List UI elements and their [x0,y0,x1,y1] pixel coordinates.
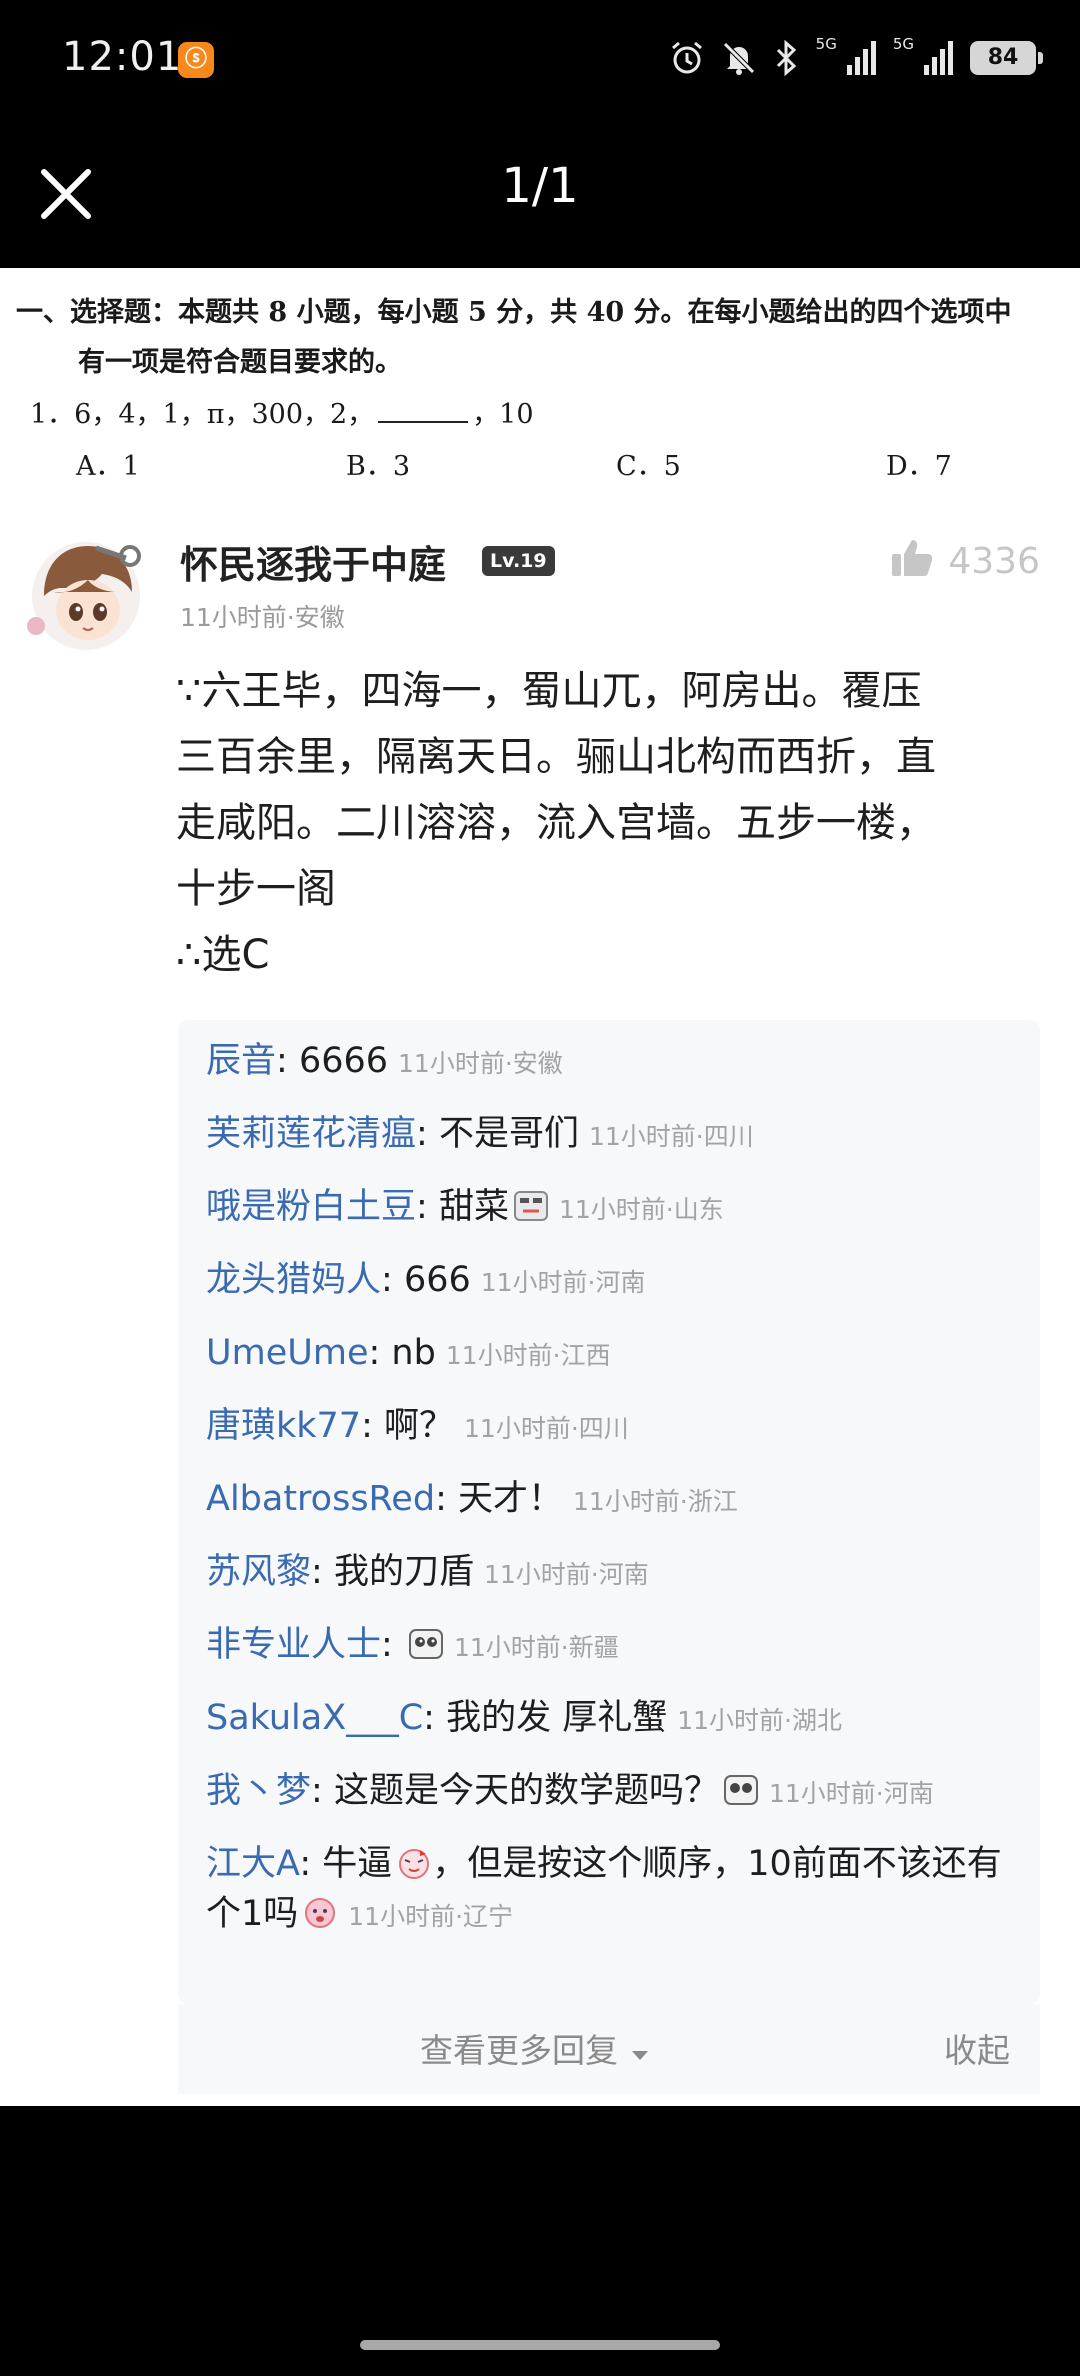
reply-time: 11小时前·江西 [445,1341,611,1370]
reply-item[interactable]: 辰音: 6666 11小时前·安徽 [206,1036,563,1089]
reply-item[interactable]: 我丶梦: 这题是今天的数学题吗？ 11小时前·河南 [206,1766,934,1819]
sticker-emoji-icon [723,1771,759,1805]
reply-time: 11小时前·四川 [464,1414,629,1443]
sticker-emoji-icon [396,1844,432,1879]
reply-time: 11小时前·河南 [483,1560,649,1589]
sticker-emoji-icon [513,1187,549,1221]
collapse-button[interactable]: 收起 [944,2024,1010,2072]
view-more-replies-button[interactable]: 查看更多回复 [420,2024,651,2072]
viewed-image[interactable]: 一、选择题：本题共 8 小题，每小题 5 分，共 40 分。在每小题给出的四个选… [0,268,1080,2106]
signal-icon [922,39,956,77]
reply-item[interactable]: AlbatrossRed: 天才！ 11小时前·浙江 [206,1474,738,1527]
option-b: B．3 [346,451,411,482]
level-badge: Lv.19 [482,546,555,576]
reply-time: 11小时前·河南 [768,1779,934,1808]
reply-time: 11小时前·安徽 [398,1049,563,1078]
network-type-label: 5G [815,35,837,53]
like-count: 4336 [948,541,1040,582]
reply-username[interactable]: 非专业人士 [206,1625,381,1665]
like-button[interactable]: 4336 [890,536,1040,587]
reply-username[interactable]: AlbatrossRed [206,1479,435,1519]
reply-time: 11小时前·四川 [588,1122,754,1151]
option-a: A．1 [76,451,140,482]
comment-meta: 11小时前·安徽 [180,603,345,632]
reply-username[interactable]: 哦是粉白土豆 [206,1187,416,1227]
reply-item[interactable]: 苏风黎: 我的刀盾 11小时前·河南 [206,1547,649,1600]
comment-line: ∴选C [176,932,270,978]
reply-text: nb [391,1333,436,1373]
reply-text: 啊？ [384,1406,455,1446]
comment-line: 十步一阁 [176,866,336,912]
reply-username[interactable]: 我丶梦 [206,1771,311,1811]
status-icons: 5G 5G 84 [668,35,1043,80]
reply-text: 666 [403,1260,471,1300]
mute-icon [720,39,758,77]
battery-icon: 84 [970,41,1043,75]
reply-time: 11小时前·山东 [558,1195,724,1224]
reply-footer: 查看更多回复 收起 [178,2004,1040,2094]
alarm-icon [668,39,706,77]
page-counter: 1/1 [501,158,579,214]
reply-username[interactable]: 苏风黎 [206,1552,311,1592]
reply-item[interactable]: 哦是粉白土豆: 甜菜 11小时前·山东 [206,1182,724,1235]
reply-text: 这题是今天的数学题吗？ [333,1771,719,1811]
answer-blank [378,401,469,423]
network-type-label: 5G [892,35,914,53]
reply-item[interactable]: 江大A: 牛逼 ，但是按这个顺序，10前面不该还有个1吗 11小时前·辽宁 [206,1839,1006,1942]
reply-text: 我的刀盾 [333,1552,474,1592]
bottom-letterbox [0,2106,1080,2376]
option-d: D．7 [886,451,952,482]
comment-username[interactable]: 怀民逐我于中庭 [180,534,446,589]
reply-time: 11小时前·湖北 [677,1706,842,1735]
signal-icon [845,39,879,77]
reply-username[interactable]: 辰音 [206,1041,276,1081]
comment-body: ∵六王毕，四海一，蜀山兀，阿房出。覆压 三百余里，隔离天日。骊山北构而西折，直 … [176,658,1036,988]
reply-text: 我的发 厚礼蟹 [446,1698,668,1738]
reply-username[interactable]: 唐璜kk77 [206,1406,361,1446]
status-bar: 12:01 ⓢ 5G 5G 84 [0,0,1080,120]
question-stem-start: 1．6，4，1，π，300，2， [30,399,375,430]
reply-item[interactable]: 龙头猎妈人: 666 11小时前·河南 [206,1255,646,1308]
thumbs-up-icon [890,536,934,587]
sticker-emoji-icon [302,1894,338,1928]
app-notification-icon: ⓢ [178,42,214,78]
avatar[interactable] [26,530,158,662]
reply-time: 11小时前·新疆 [453,1633,619,1662]
reply-username[interactable]: 龙头猎妈人 [206,1260,381,1300]
reply-username[interactable]: UmeUme [206,1333,369,1373]
reply-text: 天才！ [457,1479,563,1519]
reply-item[interactable]: 芙莉莲花清瘟: 不是哥们 11小时前·四川 [206,1109,754,1162]
reply-text: 6666 [298,1041,389,1081]
comment-line: 走咸阳。二川溶溶，流入宫墙。五步一楼， [176,800,936,846]
question-stem: 1．6，4，1，π，300，2， ，10 [30,392,534,431]
reply-text: 牛逼 [322,1844,393,1884]
comment-line: 三百余里，隔离天日。骊山北构而西折，直 [176,734,936,780]
caret-down-icon [629,2031,651,2070]
reply-username[interactable]: 芙莉莲花清瘟 [206,1114,416,1154]
question-section-header-line2: 有一项是符合题目要求的。 [78,347,402,378]
reply-time: 11小时前·辽宁 [348,1902,514,1931]
reply-time: 11小时前·河南 [480,1268,646,1297]
home-indicator[interactable] [360,2340,720,2350]
question-section-header: 一、选择题：本题共 8 小题，每小题 5 分，共 40 分。在每小题给出的四个选… [16,297,1012,328]
sticker-emoji-icon [408,1625,444,1659]
reply-item[interactable]: 非专业人士: 11小时前·新疆 [206,1620,619,1673]
option-c: C．5 [616,451,681,482]
comment-line: ∵六王毕，四海一，蜀山兀，阿房出。覆压 [176,668,922,714]
reply-item[interactable]: SakulaX___C: 我的发 厚礼蟹 11小时前·湖北 [206,1693,842,1746]
reply-list: 辰音: 6666 11小时前·安徽 芙莉莲花清瘟: 不是哥们 11小时前·四川 哦是… [178,1020,1040,2004]
reply-text: 不是哥们 [438,1114,579,1154]
status-time: 12:01 [62,34,183,80]
image-viewer-toolbar: 1/1 [0,120,1080,268]
view-more-replies-label: 查看更多回复 [420,2031,618,2070]
reply-time: 11小时前·浙江 [573,1487,738,1516]
reply-item[interactable]: UmeUme: nb 11小时前·江西 [206,1328,611,1381]
reply-username[interactable]: 江大A [206,1844,299,1884]
reply-item[interactable]: 唐璜kk77: 啊？ 11小时前·四川 [206,1401,629,1454]
question-stem-end: ，10 [472,399,534,430]
reply-username[interactable]: SakulaX___C [206,1698,423,1738]
reply-text: 甜菜 [438,1187,509,1227]
bluetooth-icon [772,39,802,77]
